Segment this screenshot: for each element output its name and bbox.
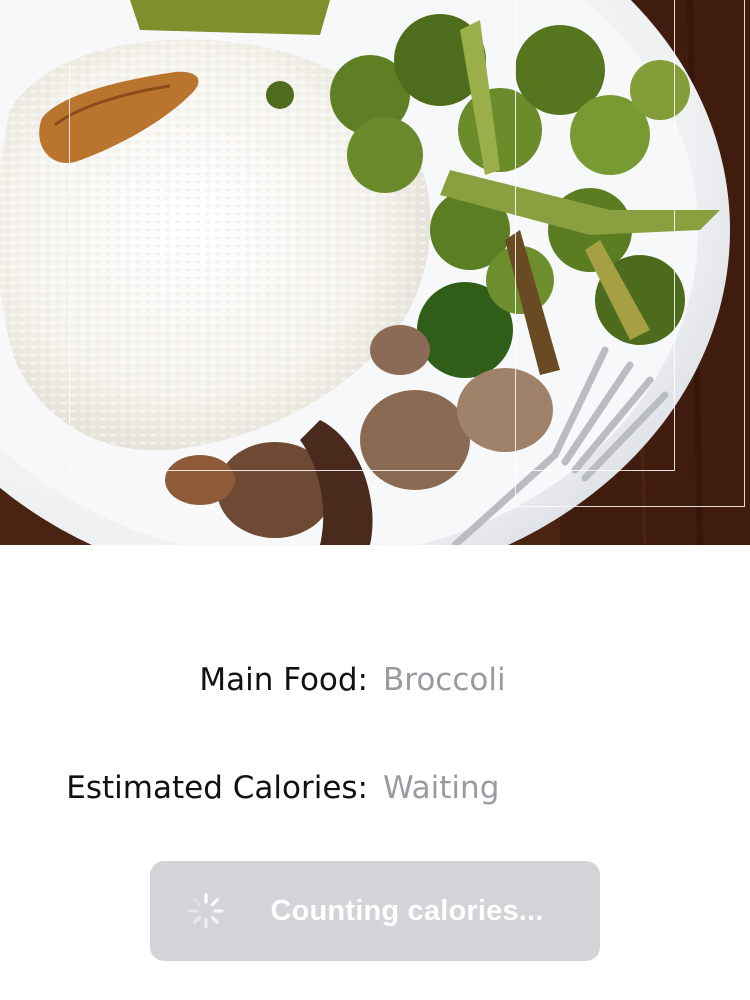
calorie-counter-screen: Main Food: Broccoli Estimated Calories: … [0, 0, 750, 1000]
food-detection-box-secondary [515, 0, 745, 507]
food-photo [0, 0, 750, 545]
estimated-calories-label: Estimated Calories: [66, 770, 368, 806]
main-food-row: Main Food: Broccoli [0, 650, 750, 710]
main-food-label: Main Food: [199, 662, 368, 698]
counting-calories-label: Counting calories... [270, 894, 544, 927]
estimated-calories-value: Waiting [383, 770, 500, 806]
activity-spinner-icon [186, 891, 226, 931]
estimated-calories-row: Estimated Calories: Waiting [0, 758, 750, 818]
main-food-value: Broccoli [383, 662, 506, 698]
counting-calories-button[interactable]: Counting calories... [150, 861, 600, 961]
